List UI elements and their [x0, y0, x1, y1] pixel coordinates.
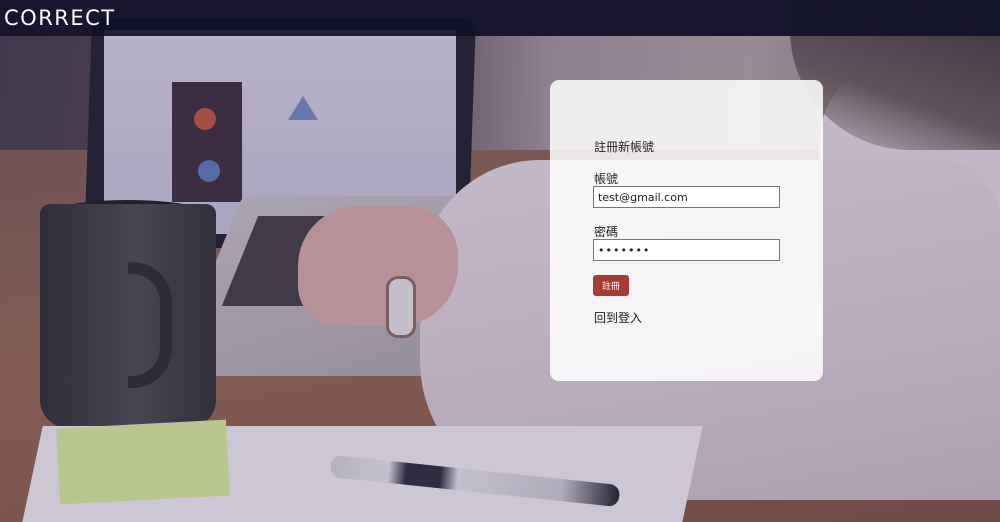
register-button[interactable]: 註冊 [593, 275, 629, 296]
register-title: 註冊新帳號 [594, 140, 655, 154]
account-label: 帳號 [594, 172, 619, 186]
top-navbar: CORRECT [0, 0, 1000, 36]
account-input[interactable] [593, 186, 780, 208]
background-photo [0, 0, 1000, 522]
password-label: 密碼 [594, 225, 619, 239]
password-input[interactable] [593, 239, 780, 261]
back-to-login-link[interactable]: 回到登入 [594, 309, 642, 326]
brand-logo-text[interactable]: CORRECT [4, 4, 116, 32]
register-card: 註冊新帳號 帳號 密碼 註冊 回到登入 [550, 80, 823, 381]
